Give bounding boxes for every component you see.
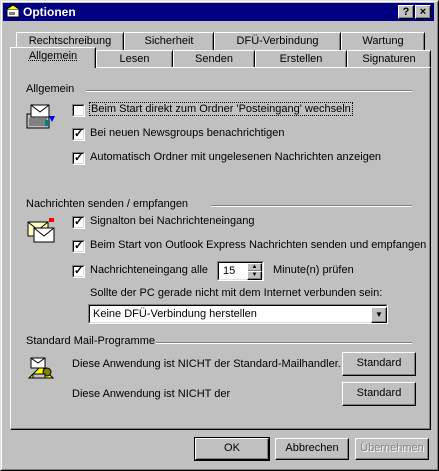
tab-signaturen[interactable]: Signaturen [347, 50, 431, 68]
mail-handler-text: Diese Anwendung ist NICHT der Standard-M… [72, 358, 341, 370]
interval-unit-label: Minute(n) prüfen [273, 264, 354, 276]
label-start-posteingang[interactable]: Beim Start direkt zum Ordner 'Posteingan… [89, 102, 353, 116]
tab-erstellen[interactable]: Erstellen [255, 50, 347, 68]
label-start-senden-empfangen[interactable]: Beim Start von Outlook Express Nachricht… [90, 239, 426, 251]
tab-dfue-verbindung[interactable]: DFÜ-Verbindung [214, 32, 341, 50]
send-receive-icon [27, 218, 55, 243]
checkbox-newsgroups-benachrichtigen[interactable]: ✓ [72, 128, 85, 141]
title-bar[interactable]: Optionen ? × [3, 3, 434, 21]
news-handler-text: Diese Anwendung ist NICHT der [72, 388, 231, 400]
label-signalton[interactable]: Signalton bei Nachrichteneingang [90, 215, 255, 227]
group-title-standard: Standard Mail-Programme [26, 335, 155, 347]
checkbox-ungelesene-anzeigen[interactable]: ✓ [72, 152, 85, 165]
label-ungelesene-anzeigen[interactable]: Automatisch Ordner mit ungelesenen Nachr… [90, 151, 381, 163]
cancel-button[interactable]: Abbrechen [275, 438, 349, 460]
set-default-mail-button[interactable]: Standard [342, 352, 416, 376]
tab-lesen[interactable]: Lesen [96, 50, 173, 68]
tab-allgemein[interactable]: Allgemein [10, 47, 96, 68]
group-divider [211, 205, 412, 207]
options-dialog: Optionen ? × Rechtschreibung Sicherheit … [0, 0, 439, 471]
chevron-down-icon[interactable]: ▼ [371, 307, 387, 323]
group-divider [156, 342, 412, 344]
tab-panel-allgemein: Allgemein Beim Start direkt zum Ordner '… [10, 67, 431, 430]
app-icon [6, 4, 20, 18]
tab-wartung[interactable]: Wartung [341, 32, 425, 50]
set-default-news-button[interactable]: Standard [342, 382, 416, 406]
checkbox-signalton[interactable]: ✓ [72, 216, 85, 229]
label-nachrichteneingang[interactable]: Nachrichteneingang alle [90, 264, 208, 276]
ok-button[interactable]: OK [194, 437, 270, 461]
inbox-icon [26, 104, 55, 129]
offline-prompt-label: Sollte der PC gerade nicht mit dem Inter… [90, 287, 383, 299]
help-button[interactable]: ? [398, 5, 414, 19]
mail-programs-icon [27, 357, 55, 379]
group-title-allgemein: Allgemein [26, 83, 75, 95]
checkbox-nachrichteneingang[interactable]: ✓ [72, 265, 85, 278]
stepper-down-button[interactable]: ▼ [247, 271, 262, 280]
interval-stepper[interactable]: 15 ▲ ▼ [217, 261, 264, 281]
checkbox-start-senden-empfangen[interactable]: ✓ [72, 240, 85, 253]
label-newsgroups-benachrichtigen[interactable]: Bei neuen Newsgroups benachrichtigen [90, 127, 284, 139]
offline-action-value: Keine DFÜ-Verbindung herstellen [93, 308, 257, 320]
tab-senden[interactable]: Senden [173, 50, 255, 68]
group-divider [86, 90, 412, 92]
apply-button[interactable]: Übernehmen [355, 438, 429, 460]
checkbox-start-posteingang[interactable] [72, 104, 85, 117]
interval-value[interactable]: 15 [223, 265, 235, 277]
tab-sicherheit[interactable]: Sicherheit [124, 32, 214, 50]
group-title-senden: Nachrichten senden / empfangen [26, 198, 189, 210]
close-button[interactable]: × [415, 5, 431, 19]
offline-action-select[interactable]: Keine DFÜ-Verbindung herstellen ▼ [88, 304, 388, 324]
window-title: Optionen [23, 5, 76, 19]
